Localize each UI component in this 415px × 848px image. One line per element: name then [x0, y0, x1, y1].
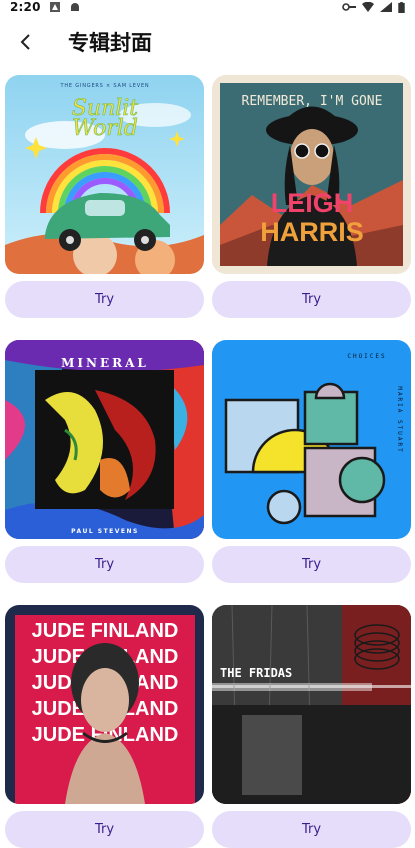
cover-card: CHOICES MARIA STUART Try	[212, 340, 411, 583]
fridas-title-text: THE FRIDAS	[220, 666, 292, 680]
signal-icon	[380, 2, 392, 12]
cover-image-choices[interactable]: CHOICES MARIA STUART	[212, 340, 411, 539]
try-button[interactable]: Try	[212, 811, 411, 848]
page-title: 专辑封面	[68, 31, 152, 55]
cover-card: THE GINGERS × SAM LEVEN Sunlit World Try	[5, 75, 204, 318]
jude-line-1: JUDE FINLAND	[32, 620, 179, 642]
chevron-left-icon	[20, 34, 30, 50]
leigh-top-text: REMEMBER, I'M GONE	[242, 94, 383, 109]
status-time: 2:20	[10, 0, 41, 14]
try-button[interactable]: Try	[5, 546, 204, 583]
vpn-key-icon	[342, 3, 356, 11]
choices-artist-text: MARIA STUART	[396, 386, 403, 453]
android-icon	[70, 3, 79, 11]
sunlit-artist-text: THE GINGERS × SAM LEVEN	[60, 83, 150, 89]
sunlit-title-line2: World	[72, 116, 138, 141]
wifi-icon	[362, 2, 374, 12]
cover-grid: THE GINGERS × SAM LEVEN Sunlit World Try	[5, 75, 411, 848]
try-button[interactable]: Try	[5, 281, 204, 318]
try-button[interactable]: Try	[212, 546, 411, 583]
leigh-name-line1: LEIGH	[271, 188, 354, 218]
leigh-name-line2: HARRIS	[260, 217, 364, 247]
mineral-artist-text: PAUL STEVENS	[71, 528, 139, 535]
try-button[interactable]: Try	[212, 281, 411, 318]
cover-image-mineral[interactable]: MINERAL PAUL STEVENS	[5, 340, 204, 539]
try-button[interactable]: Try	[5, 811, 204, 848]
battery-icon	[398, 1, 405, 13]
cover-card: REMEMBER, I'M GONE LEIGH HARRIS Try	[212, 75, 411, 318]
choices-title-text: CHOICES	[347, 353, 386, 360]
cover-image-sunlit-world[interactable]: THE GINGERS × SAM LEVEN Sunlit World	[5, 75, 204, 274]
cover-card: JUDE FINLAND JUDE FINLAND JUDE FINLAND J…	[5, 605, 204, 848]
notification-icon	[49, 2, 60, 12]
header: 专辑封面	[0, 14, 415, 70]
status-bar: 2:20	[0, 0, 415, 14]
cover-image-jude-finland[interactable]: JUDE FINLAND JUDE FINLAND JUDE FINLAND J…	[5, 605, 204, 804]
cover-card: THE FRIDAS Try	[212, 605, 411, 848]
cover-image-the-fridas[interactable]: THE FRIDAS	[212, 605, 411, 804]
mineral-title-text: MINERAL	[61, 356, 149, 370]
back-button[interactable]	[6, 22, 46, 62]
cover-image-leigh-harris[interactable]: REMEMBER, I'M GONE LEIGH HARRIS	[212, 75, 411, 274]
cover-card: MINERAL PAUL STEVENS Try	[5, 340, 204, 583]
